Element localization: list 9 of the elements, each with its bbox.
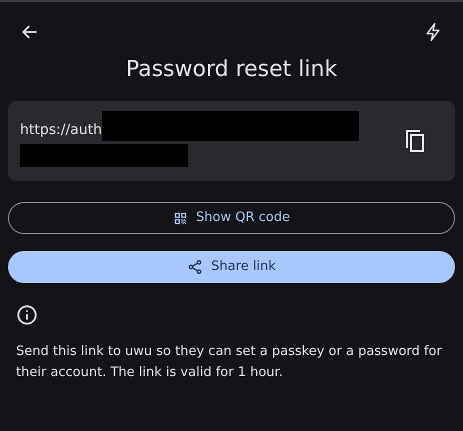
share-icon bbox=[187, 259, 204, 275]
qr-code-icon bbox=[173, 210, 188, 226]
link-text: https://auth bbox=[20, 121, 102, 140]
copy-icon bbox=[405, 129, 427, 153]
qr-code-button[interactable]: Show QR code bbox=[8, 202, 455, 234]
share-button[interactable]: Share link bbox=[8, 251, 455, 283]
page-title: Password reset link bbox=[124, 56, 338, 84]
info-icon bbox=[16, 304, 38, 326]
info-text: Send this link to uwu so they can set a passkey or a password for their account. The link is valid for 1 hour. bbox=[15, 343, 443, 382]
